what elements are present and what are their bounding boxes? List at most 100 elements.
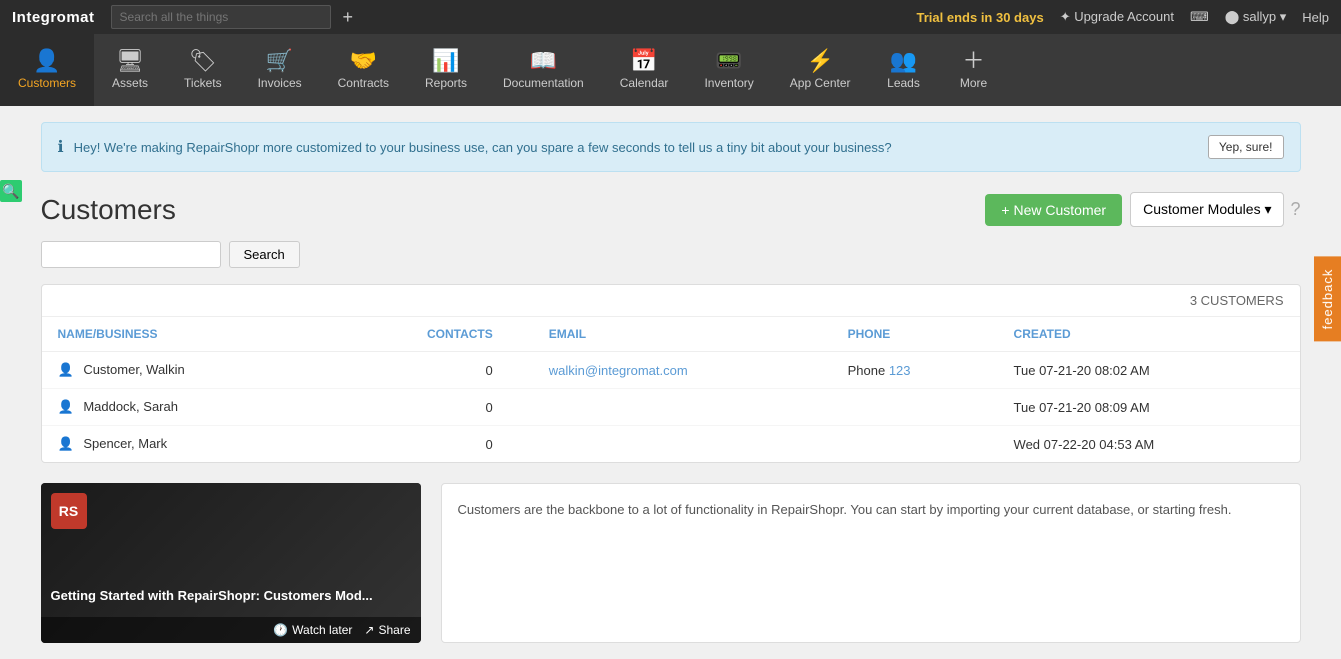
page-title: Customers — [41, 194, 986, 226]
col-phone[interactable]: PHONE — [832, 317, 998, 352]
nav-calendar-label: Calendar — [620, 76, 669, 90]
person-icon: 👤 — [58, 399, 74, 414]
nav-reports-label: Reports — [425, 76, 467, 90]
info-text-card: Customers are the backbone to a lot of f… — [441, 483, 1301, 643]
nav-tickets[interactable]: 🏷 Tickets — [166, 34, 240, 106]
info-text: Customers are the backbone to a lot of f… — [458, 500, 1284, 521]
video-controls: 🕐 Watch later ↗ Share — [41, 617, 421, 643]
nav-calendar[interactable]: 📅 Calendar — [602, 34, 687, 106]
watch-later-button[interactable]: 🕐 Watch later — [273, 623, 352, 637]
customer-created: Wed 07-22-20 04:53 AM — [998, 426, 1300, 463]
inventory-icon: 📟 — [715, 50, 742, 72]
nav-documentation[interactable]: 📖 Documentation — [485, 34, 602, 106]
email-link[interactable]: walkin@integromat.com — [549, 363, 688, 378]
reports-icon: 📊 — [432, 50, 459, 72]
info-icon: ℹ — [58, 137, 64, 157]
info-banner: ℹ Hey! We're making RepairShopr more cus… — [41, 122, 1301, 172]
nav-contracts-label: Contracts — [338, 76, 389, 90]
nav-invoices-label: Invoices — [258, 76, 302, 90]
top-bar-right: Trial ends in 30 days ✦ Upgrade Account … — [917, 9, 1329, 25]
customer-email: walkin@integromat.com — [533, 352, 832, 389]
help-link[interactable]: Help — [1302, 10, 1329, 25]
add-button[interactable]: + — [339, 7, 358, 28]
customer-phone: Phone 123 — [832, 352, 998, 389]
nav-appcenter-label: App Center — [790, 76, 851, 90]
nav-leads-label: Leads — [887, 76, 920, 90]
search-button[interactable]: Search — [229, 241, 300, 268]
customer-phone — [832, 389, 998, 426]
nav-reports[interactable]: 📊 Reports — [407, 34, 485, 106]
calendar-icon: 📅 — [630, 50, 657, 72]
search-input[interactable] — [41, 241, 221, 268]
nav-more[interactable]: ＋ More — [939, 34, 1009, 106]
table-row[interactable]: 👤 Maddock, Sarah 0 Tue 07-21-20 08:09 AM — [42, 389, 1300, 426]
customer-modules-button[interactable]: Customer Modules ▾ — [1130, 192, 1284, 227]
share-button[interactable]: ↗ Share — [364, 623, 410, 637]
col-created[interactable]: CREATED — [998, 317, 1300, 352]
customers-table: NAME/BUSINESS CONTACTS EMAIL PHONE CREAT… — [42, 317, 1300, 462]
upgrade-button[interactable]: ✦ Upgrade Account — [1060, 9, 1174, 25]
search-row: Search — [41, 241, 1301, 268]
trial-text: Trial ends in 30 days — [917, 10, 1044, 25]
nav-tickets-label: Tickets — [184, 76, 222, 90]
appcenter-icon: ⚡ — [806, 50, 833, 72]
banner-yep-button[interactable]: Yep, sure! — [1208, 135, 1284, 159]
user-menu[interactable]: ⬤ sallyp ▾ — [1225, 9, 1287, 25]
keyboard-icon[interactable]: ⌨ — [1190, 9, 1209, 25]
customer-name: 👤 Spencer, Mark — [42, 426, 320, 463]
nav-inventory-label: Inventory — [704, 76, 753, 90]
video-title: Getting Started with RepairShopr: Custom… — [51, 588, 411, 603]
contracts-icon: 🤝 — [350, 50, 377, 72]
nav-customers[interactable]: 👤 Customers — [0, 34, 94, 106]
assets-icon: 🖥 — [116, 50, 144, 72]
nav-invoices[interactable]: 🛒 Invoices — [240, 34, 320, 106]
video-card: RS Getting Started with RepairShopr: Cus… — [41, 483, 421, 643]
global-search-input[interactable] — [111, 5, 331, 29]
left-sidebar: 🔍 — [0, 180, 22, 202]
customers-count: 3 CUSTOMERS — [42, 285, 1300, 317]
invoices-icon: 🛒 — [266, 50, 293, 72]
video-logo-badge: RS — [51, 493, 87, 529]
nav-customers-label: Customers — [18, 76, 76, 90]
feedback-tab[interactable]: feedback — [1314, 256, 1341, 341]
col-email[interactable]: EMAIL — [533, 317, 832, 352]
customer-contacts: 0 — [320, 426, 533, 463]
search-icon[interactable]: 🔍 — [0, 180, 22, 202]
video-thumbnail: RS Getting Started with RepairShopr: Cus… — [41, 483, 421, 643]
top-bar: Integromat + Trial ends in 30 days ✦ Upg… — [0, 0, 1341, 34]
nav-appcenter[interactable]: ⚡ App Center — [772, 34, 869, 106]
new-customer-button[interactable]: + New Customer — [985, 194, 1122, 226]
customer-email — [533, 389, 832, 426]
person-icon: 👤 — [58, 436, 74, 451]
customer-name: 👤 Customer, Walkin — [42, 352, 320, 389]
customers-icon: 👤 — [33, 50, 60, 72]
customer-contacts: 0 — [320, 352, 533, 389]
phone-link[interactable]: 123 — [889, 363, 911, 378]
nav-contracts[interactable]: 🤝 Contracts — [320, 34, 407, 106]
bottom-section: RS Getting Started with RepairShopr: Cus… — [41, 483, 1301, 643]
logo: Integromat — [12, 9, 95, 26]
table-row[interactable]: 👤 Customer, Walkin 0 walkin@integromat.c… — [42, 352, 1300, 389]
customers-table-wrapper: 3 CUSTOMERS NAME/BUSINESS CONTACTS EMAIL… — [41, 284, 1301, 463]
nav-more-label: More — [960, 76, 987, 90]
documentation-icon: 📖 — [530, 50, 557, 72]
customers-header: Customers + New Customer Customer Module… — [41, 192, 1301, 227]
col-name[interactable]: NAME/BUSINESS — [42, 317, 320, 352]
help-icon[interactable]: ? — [1290, 199, 1300, 220]
table-row[interactable]: 👤 Spencer, Mark 0 Wed 07-22-20 04:53 AM — [42, 426, 1300, 463]
nav-inventory[interactable]: 📟 Inventory — [686, 34, 771, 106]
nav-bar: 👤 Customers 🖥 Assets 🏷 Tickets 🛒 Invoice… — [0, 34, 1341, 106]
nav-documentation-label: Documentation — [503, 76, 584, 90]
more-icon: ＋ — [962, 50, 984, 72]
nav-leads[interactable]: 👥 Leads — [869, 34, 939, 106]
share-icon: ↗ — [364, 623, 374, 637]
person-icon: 👤 — [58, 362, 74, 377]
tickets-icon: 🏷 — [189, 50, 217, 72]
nav-assets[interactable]: 🖥 Assets — [94, 34, 166, 106]
main-content: ℹ Hey! We're making RepairShopr more cus… — [21, 106, 1321, 659]
customer-email — [533, 426, 832, 463]
nav-assets-label: Assets — [112, 76, 148, 90]
customer-created: Tue 07-21-20 08:09 AM — [998, 389, 1300, 426]
customer-name: 👤 Maddock, Sarah — [42, 389, 320, 426]
col-contacts[interactable]: CONTACTS — [320, 317, 533, 352]
